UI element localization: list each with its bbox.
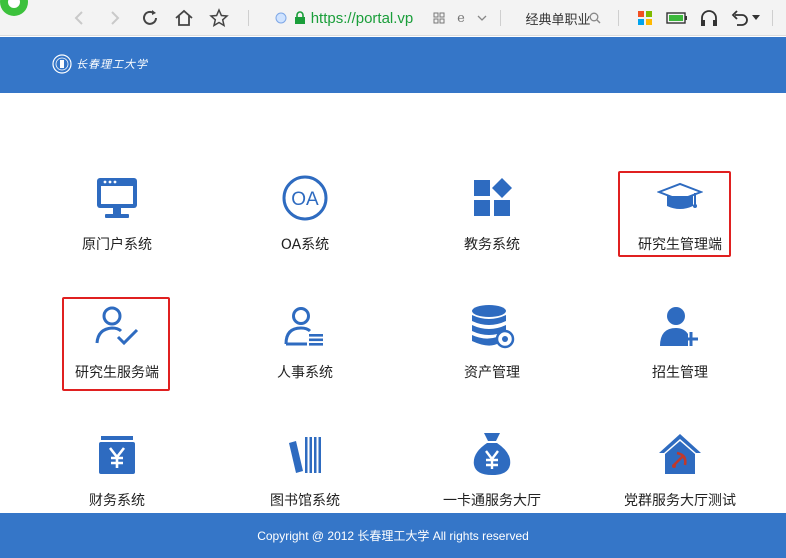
tile-label: 党群服务大厅测试 <box>624 493 736 509</box>
tile-label: 原门户系统 <box>82 237 152 253</box>
undo-icon[interactable] <box>728 7 752 29</box>
tile-academic-affairs[interactable]: 教务系统 <box>417 172 567 272</box>
tile-graduate-service[interactable]: 研究生服务端 <box>42 300 192 400</box>
tile-label: 资产管理 <box>464 365 520 381</box>
monitor-icon <box>91 172 143 224</box>
user-check-icon <box>91 300 143 352</box>
toolbar-divider <box>772 10 773 26</box>
ie-compat-icon[interactable]: e <box>452 9 470 27</box>
grid-blocks-icon <box>466 172 518 224</box>
money-bag-icon <box>466 428 518 480</box>
tile-portal-system[interactable]: 原门户系统 <box>42 172 192 272</box>
undo-menu-chevron-icon[interactable] <box>750 9 762 27</box>
tile-label: 一卡通服务大厅 <box>443 493 541 509</box>
tile-label: 教务系统 <box>464 237 520 253</box>
user-list-icon <box>279 300 331 352</box>
qr-code-icon[interactable] <box>430 9 448 27</box>
site-footer: Copyright @ 2012 长春理工大学 All rights reser… <box>0 513 786 558</box>
tile-label: 研究生管理端 <box>638 237 722 253</box>
svg-text:OA: OA <box>291 189 319 210</box>
tile-graduate-admin[interactable]: 研究生管理端 <box>605 172 755 272</box>
browser-logo-icon <box>0 0 34 22</box>
search-icon[interactable] <box>586 9 604 27</box>
refresh-icon[interactable] <box>138 7 162 29</box>
toolbar-divider <box>248 10 249 26</box>
user-plus-icon <box>654 300 706 352</box>
tile-admissions[interactable]: 招生管理 <box>605 300 755 400</box>
books-icon <box>279 428 331 480</box>
tile-label: 研究生服务端 <box>75 365 159 381</box>
tile-label: 招生管理 <box>652 365 708 381</box>
university-logo[interactable]: 长春理工大学 <box>52 52 148 76</box>
toolbar-divider <box>500 10 501 26</box>
forward-arrow-icon[interactable] <box>104 8 126 28</box>
database-gear-icon <box>466 300 518 352</box>
bookmark-star-icon[interactable] <box>207 7 231 29</box>
yen-box-icon <box>91 428 143 480</box>
tile-label: OA系统 <box>280 237 330 253</box>
tile-asset-management[interactable]: 资产管理 <box>417 300 567 400</box>
headphones-icon[interactable] <box>697 7 721 29</box>
tile-label: 财务系统 <box>89 493 145 509</box>
university-emblem-icon <box>52 54 72 74</box>
tile-label: 人事系统 <box>277 365 333 381</box>
oa-circle-icon: OA <box>279 172 331 224</box>
lock-icon <box>294 11 305 24</box>
site-info-icon <box>275 12 287 24</box>
url-text: https://portal.vp <box>310 9 414 27</box>
back-arrow-icon[interactable] <box>68 8 90 28</box>
browser-toolbar: https://portal.vp e 经典单职业 <box>0 0 786 36</box>
home-icon[interactable] <box>172 7 196 29</box>
copyright-text: Copyright @ 2012 长春理工大学 All rights reser… <box>257 529 529 543</box>
graduation-cap-icon <box>654 172 706 224</box>
search-input-text: 经典单职业 <box>525 12 591 28</box>
battery-icon[interactable] <box>664 7 690 29</box>
tile-oa-system[interactable]: OA OA系统 <box>230 172 380 272</box>
toolbar-divider <box>618 10 619 26</box>
university-name: 长春理工大学 <box>76 58 148 71</box>
party-house-icon <box>654 428 706 480</box>
address-bar[interactable]: https://portal.vp <box>264 6 424 30</box>
site-header: 长春理工大学 <box>0 37 786 93</box>
tile-personnel-system[interactable]: 人事系统 <box>230 300 380 400</box>
tile-label: 图书馆系统 <box>270 493 340 509</box>
chevron-down-icon[interactable] <box>474 9 490 27</box>
apps-grid-icon[interactable] <box>634 7 656 29</box>
